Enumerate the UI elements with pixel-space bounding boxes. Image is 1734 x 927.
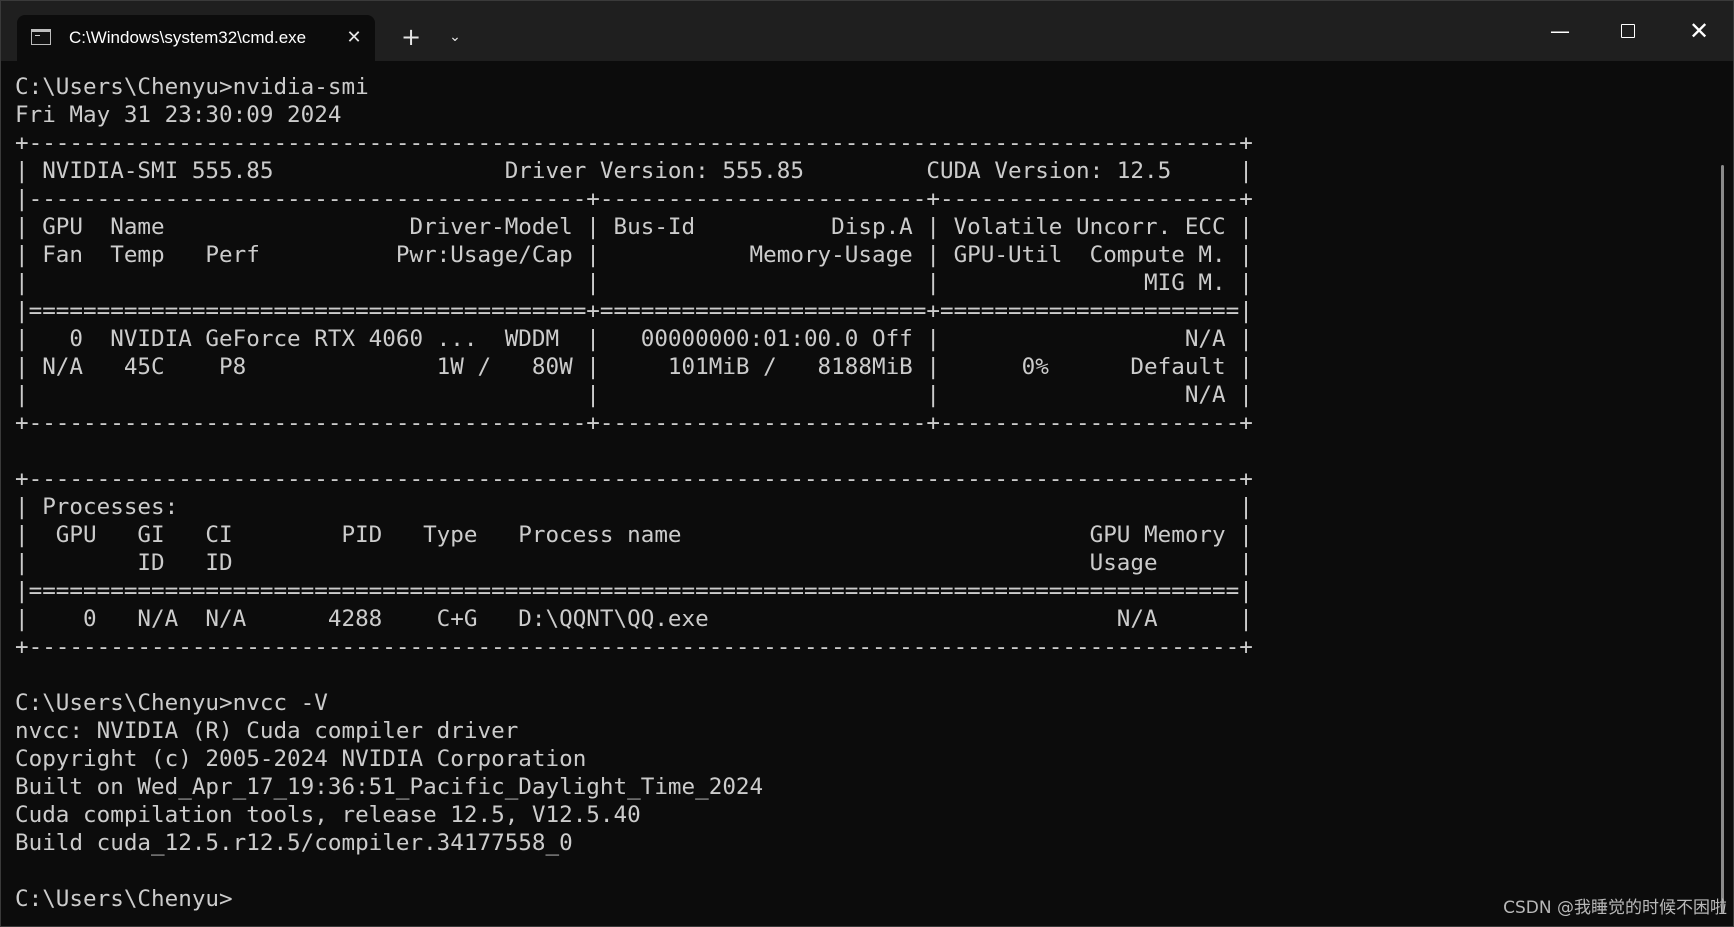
terminal-line: +---------------------------------------… bbox=[15, 634, 1253, 660]
terminal-line: +---------------------------------------… bbox=[15, 466, 1253, 492]
close-window-icon[interactable]: ✕ bbox=[1677, 11, 1721, 51]
chevron-down-icon[interactable]: ⌄ bbox=[441, 21, 469, 53]
terminal-line: Cuda compilation tools, release 12.5, V1… bbox=[15, 802, 641, 828]
terminal-line: | 0 N/A N/A 4288 C+G D:\QQNT\QQ.exe N/A … bbox=[15, 606, 1253, 632]
terminal-line: C:\Users\Chenyu> bbox=[15, 886, 233, 912]
terminal-line: | N/A 45C P8 1W / 80W | 101MiB / 8188MiB… bbox=[15, 354, 1253, 380]
terminal-line: Built on Wed_Apr_17_19:36:51_Pacific_Day… bbox=[15, 774, 764, 800]
terminal-line: | ID ID Usage | bbox=[15, 550, 1253, 576]
watermark-text: CSDN @我睡觉的时候不困啦 bbox=[1503, 898, 1727, 918]
terminal-window: C:\Windows\system32\cmd.exe ✕ + ⌄ — ✕ C:… bbox=[0, 0, 1734, 927]
terminal-line: Build cuda_12.5.r12.5/compiler.34177558_… bbox=[15, 830, 573, 856]
terminal-line: | | | N/A | bbox=[15, 382, 1253, 408]
close-tab-icon[interactable]: ✕ bbox=[342, 26, 366, 50]
minimize-icon[interactable]: — bbox=[1538, 11, 1582, 51]
terminal-line: | 0 NVIDIA GeForce RTX 4060 ... WDDM | 0… bbox=[15, 326, 1253, 352]
new-tab-icon[interactable]: + bbox=[395, 21, 427, 53]
terminal-line: | GPU GI CI PID Type Process name GPU Me… bbox=[15, 522, 1253, 548]
terminal-line: C:\Users\Chenyu>nvidia-smi bbox=[15, 74, 369, 100]
terminal-tab[interactable]: C:\Windows\system32\cmd.exe ✕ bbox=[17, 15, 375, 61]
title-bar[interactable]: C:\Windows\system32\cmd.exe ✕ + ⌄ — ✕ bbox=[1, 1, 1733, 61]
terminal-line: |---------------------------------------… bbox=[15, 186, 1253, 212]
terminal-line: | | | MIG M. | bbox=[15, 270, 1253, 296]
terminal-line: | Fan Temp Perf Pwr:Usage/Cap | Memory-U… bbox=[15, 242, 1253, 268]
terminal-line: Fri May 31 23:30:09 2024 bbox=[15, 102, 342, 128]
cmd-icon bbox=[31, 29, 51, 45]
terminal-line: +---------------------------------------… bbox=[15, 410, 1253, 436]
terminal-line: nvcc: NVIDIA (R) Cuda compiler driver bbox=[15, 718, 519, 744]
maximize-box-icon bbox=[1621, 24, 1635, 38]
tab-title: C:\Windows\system32\cmd.exe bbox=[69, 28, 307, 47]
terminal-line: | NVIDIA-SMI 555.85 Driver Version: 555.… bbox=[15, 158, 1253, 184]
terminal-line: | GPU Name Driver-Model | Bus-Id Disp.A … bbox=[15, 214, 1253, 240]
vertical-scrollbar[interactable] bbox=[1721, 165, 1724, 914]
terminal-line: | Processes: | bbox=[15, 494, 1253, 520]
terminal-line: +---------------------------------------… bbox=[15, 130, 1253, 156]
terminal-line: |=======================================… bbox=[15, 578, 1253, 604]
terminal-line: C:\Users\Chenyu>nvcc -V bbox=[15, 690, 328, 716]
terminal-line: |=======================================… bbox=[15, 298, 1253, 324]
terminal-line: Copyright (c) 2005-2024 NVIDIA Corporati… bbox=[15, 746, 587, 772]
terminal-output[interactable]: C:\Users\Chenyu>nvidia-smi Fri May 31 23:… bbox=[15, 73, 1695, 913]
maximize-icon[interactable] bbox=[1606, 11, 1650, 51]
